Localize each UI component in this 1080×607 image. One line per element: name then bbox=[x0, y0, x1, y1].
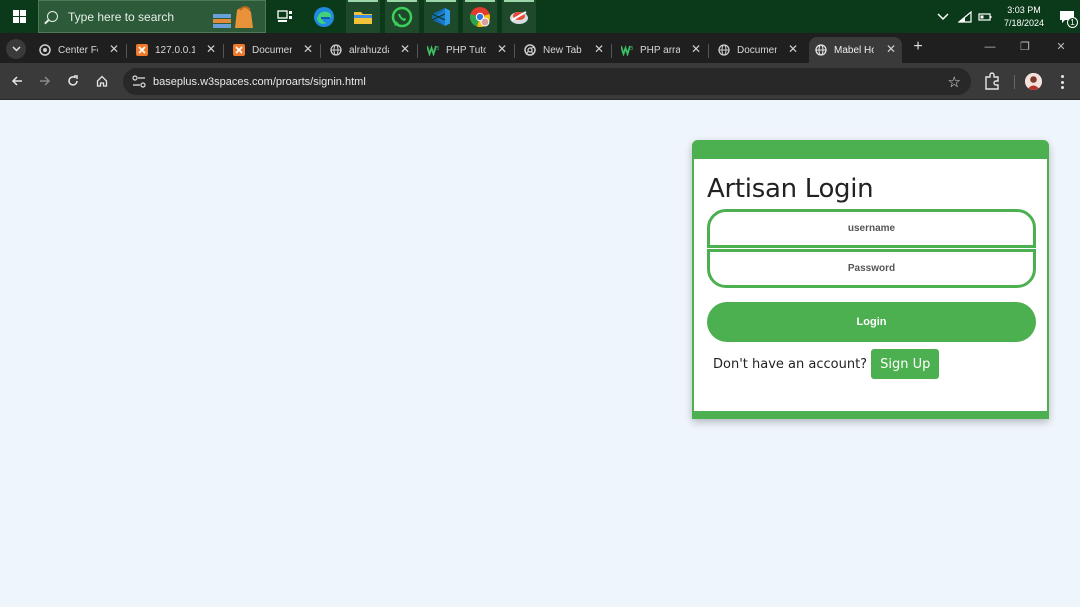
system-clock[interactable]: 3:03 PM 7/18/2024 bbox=[1000, 4, 1048, 30]
sign-up-button[interactable]: Sign Up bbox=[871, 349, 940, 379]
close-tab-icon[interactable]: ✕ bbox=[788, 42, 798, 56]
forward-button[interactable] bbox=[35, 71, 55, 91]
globe-icon bbox=[330, 44, 342, 56]
close-tab-icon[interactable]: ✕ bbox=[886, 42, 896, 56]
svg-text:3: 3 bbox=[436, 46, 439, 52]
login-card: Artisan Login Login Don't have an accoun… bbox=[692, 140, 1049, 419]
windows-logo-icon bbox=[12, 10, 26, 23]
chrome-icon bbox=[524, 44, 536, 56]
card-footer-bar bbox=[692, 411, 1049, 419]
close-tab-icon[interactable]: ✕ bbox=[691, 42, 701, 56]
clock-date: 7/18/2024 bbox=[1003, 17, 1045, 28]
back-button[interactable] bbox=[7, 71, 27, 91]
xampp-icon bbox=[233, 44, 245, 56]
tab-title: alrahuzda bbox=[349, 44, 389, 56]
close-tab-icon[interactable]: ✕ bbox=[206, 42, 216, 56]
home-icon bbox=[96, 75, 108, 87]
card-header-bar bbox=[692, 140, 1049, 159]
chrome-icon[interactable] bbox=[463, 0, 497, 33]
close-tab-icon[interactable]: ✕ bbox=[594, 42, 604, 56]
tab-title: Center Fo bbox=[58, 44, 98, 56]
close-window-button[interactable]: ✕ bbox=[1046, 37, 1076, 57]
close-tab-icon[interactable]: ✕ bbox=[109, 42, 119, 56]
app-icon[interactable] bbox=[502, 0, 536, 33]
browser-menu-icon[interactable] bbox=[1057, 73, 1067, 91]
tab-title: PHP Tutor bbox=[446, 44, 486, 56]
signup-prompt: Don't have an account? bbox=[713, 356, 868, 372]
arrow-left-icon bbox=[11, 76, 22, 86]
tab-title: PHP array bbox=[640, 44, 680, 56]
globe-icon bbox=[815, 44, 827, 56]
login-button[interactable]: Login bbox=[707, 302, 1036, 342]
chrome-settings-icon bbox=[39, 44, 51, 56]
minimize-button[interactable]: — bbox=[975, 37, 1005, 57]
tab-title: Documen bbox=[737, 44, 777, 56]
restore-button[interactable]: ❐ bbox=[1010, 37, 1040, 57]
taskbar-search-box[interactable]: Type here to search bbox=[38, 0, 266, 33]
browser-tab[interactable]: New Tab ✕ bbox=[518, 37, 610, 63]
w3schools-icon: 3 bbox=[427, 44, 439, 56]
extensions-puzzle-icon[interactable] bbox=[984, 72, 1000, 90]
avatar-icon bbox=[1025, 73, 1042, 90]
username-input[interactable] bbox=[707, 209, 1036, 248]
tab-title: New Tab bbox=[543, 44, 582, 56]
system-tray: 3:03 PM 7/18/2024 1 bbox=[937, 0, 1080, 33]
file-explorer-icon[interactable] bbox=[346, 0, 380, 33]
browser-tab[interactable]: Center Fo ✕ bbox=[33, 37, 125, 63]
close-tab-icon[interactable]: ✕ bbox=[303, 42, 313, 56]
browser-tab[interactable]: 3 PHP Tutor ✕ bbox=[421, 37, 513, 63]
chevron-down-icon bbox=[11, 46, 21, 52]
windows-taskbar: Type here to search 3:03 PM 7/18/2024 1 bbox=[0, 0, 1080, 33]
browser-tab[interactable]: Documen ✕ bbox=[227, 37, 319, 63]
tab-title: 127.0.0.1/ bbox=[155, 44, 195, 56]
tab-search-button[interactable] bbox=[6, 39, 26, 59]
taskbar-search-placeholder: Type here to search bbox=[68, 9, 175, 24]
browser-tab-active[interactable]: Mabel Ho ✕ bbox=[809, 37, 902, 63]
globe-icon bbox=[718, 44, 730, 56]
new-tab-button[interactable]: + bbox=[910, 37, 926, 57]
battery-icon[interactable] bbox=[978, 12, 992, 22]
signup-row: Don't have an account? Sign Up bbox=[713, 349, 940, 379]
task-view-icon[interactable] bbox=[268, 0, 302, 33]
notifications-button[interactable]: 1 bbox=[1054, 0, 1080, 33]
browser-tab[interactable]: 127.0.0.1/ ✕ bbox=[130, 37, 222, 63]
reload-icon bbox=[68, 75, 78, 86]
vscode-icon[interactable] bbox=[424, 0, 458, 33]
browser-tab[interactable]: alrahuzda ✕ bbox=[324, 37, 416, 63]
profile-avatar[interactable] bbox=[1025, 73, 1042, 90]
clock-time: 3:03 PM bbox=[1007, 4, 1041, 15]
reload-button[interactable] bbox=[63, 71, 83, 91]
site-info-icon[interactable] bbox=[132, 75, 146, 88]
whatsapp-icon[interactable] bbox=[385, 0, 419, 33]
tab-title: Documen bbox=[252, 44, 292, 56]
close-tab-icon[interactable]: ✕ bbox=[400, 42, 410, 56]
browser-tab[interactable]: Documen ✕ bbox=[712, 37, 804, 63]
browser-tab[interactable]: 3 PHP array ✕ bbox=[615, 37, 707, 63]
edge-icon[interactable] bbox=[307, 0, 341, 33]
start-button[interactable] bbox=[0, 0, 38, 33]
notification-badge: 1 bbox=[1067, 17, 1078, 28]
svg-text:3: 3 bbox=[630, 46, 633, 52]
search-icon bbox=[47, 11, 58, 22]
tab-title: Mabel Ho bbox=[834, 44, 874, 56]
search-highlight-icon bbox=[213, 6, 253, 28]
password-input[interactable] bbox=[707, 249, 1036, 288]
bookmark-star-icon[interactable]: ☆ bbox=[948, 73, 961, 91]
xampp-icon bbox=[136, 44, 148, 56]
browser-toolbar: baseplus.w3spaces.com/proarts/signin.htm… bbox=[0, 63, 1080, 100]
login-title: Artisan Login bbox=[707, 174, 874, 204]
w3schools-icon: 3 bbox=[621, 44, 633, 56]
close-tab-icon[interactable]: ✕ bbox=[497, 42, 507, 56]
address-bar[interactable]: baseplus.w3spaces.com/proarts/signin.htm… bbox=[123, 68, 971, 95]
home-button[interactable] bbox=[92, 71, 112, 91]
chevron-up-icon[interactable] bbox=[937, 12, 949, 22]
arrow-right-icon bbox=[40, 76, 51, 86]
url-text: baseplus.w3spaces.com/proarts/signin.htm… bbox=[153, 75, 366, 88]
wifi-icon[interactable] bbox=[958, 10, 972, 23]
